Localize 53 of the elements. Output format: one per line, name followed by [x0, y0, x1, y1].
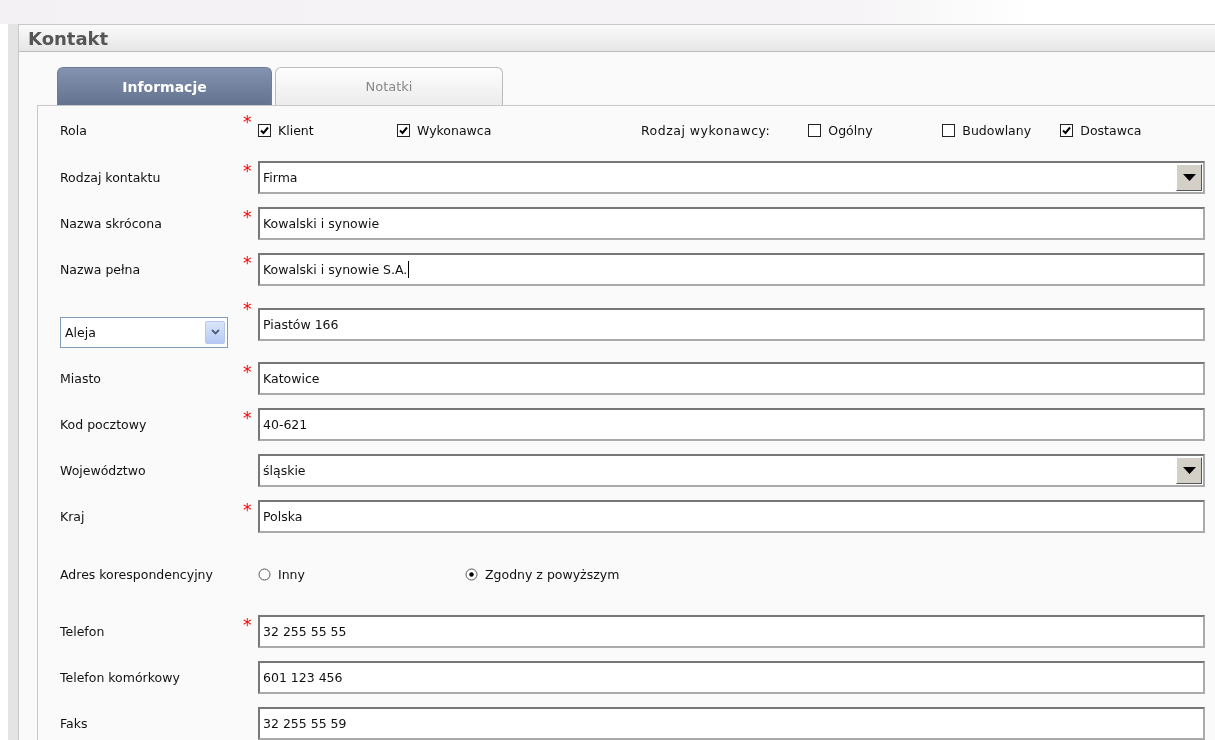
field-label: Miasto [60, 370, 102, 387]
checkbox[interactable] [258, 123, 271, 137]
field-label: Telefon [60, 623, 106, 640]
panel-title: Kontakt [28, 27, 109, 49]
dropdown[interactable]: śląskie [258, 454, 1205, 487]
required-mark: * [243, 364, 253, 381]
required-mark: * [243, 301, 253, 318]
chevron-down-icon[interactable] [210, 329, 220, 335]
required-mark: * [243, 502, 253, 519]
street-type-dropdown[interactable]: Aleja [60, 316, 228, 348]
text-field[interactable]: 40-621 [258, 408, 1205, 441]
required-mark: * [243, 114, 253, 131]
radio-label[interactable]: Inny [278, 566, 305, 582]
field-label: Kraj [60, 508, 86, 525]
checkbox[interactable] [808, 123, 822, 137]
text-field[interactable]: Kowalski i synowie S.A. [258, 253, 1205, 286]
field-label: Telefon komórkowy [60, 669, 181, 686]
field-label: Rodzaj kontaktu [60, 169, 162, 186]
field-label: Nazwa pełna [60, 261, 142, 278]
dropdown[interactable]: Firma [258, 161, 1205, 194]
checkbox-label[interactable]: Ogólny [828, 122, 873, 138]
radio-label[interactable]: Zgodny z powyższym [485, 566, 620, 582]
triangle-down-icon[interactable] [1182, 174, 1196, 181]
text-field[interactable]: Kowalski i synowie [258, 207, 1205, 240]
field-label: Faks [60, 715, 89, 732]
checkbox[interactable] [397, 123, 410, 137]
checkbox-label[interactable]: Wykonawca [417, 122, 492, 138]
field-label: Kod pocztowy [60, 416, 148, 433]
checkbox-label[interactable]: Budowlany [962, 122, 1032, 138]
required-mark: * [243, 410, 253, 427]
checkbox[interactable] [942, 123, 956, 137]
required-mark: * [243, 617, 253, 634]
checkbox-label[interactable]: Klient [278, 122, 314, 138]
group-label: Rodzaj wykonawcy: [641, 122, 771, 138]
required-mark: * [243, 209, 253, 226]
text-field[interactable]: 32 255 55 55 [258, 615, 1205, 648]
radio-button[interactable] [258, 567, 271, 581]
text-field[interactable]: Polska [258, 500, 1205, 533]
field-label: Województwo [60, 462, 147, 479]
required-mark: * [243, 255, 253, 272]
radio-button[interactable] [465, 567, 478, 581]
text-field[interactable]: Katowice [258, 362, 1205, 395]
text-field[interactable]: Piastów 166 [258, 307, 1205, 341]
field-label: Nazwa skrócona [60, 215, 163, 232]
required-mark: * [243, 163, 253, 180]
checkbox-label[interactable]: Dostawca [1080, 122, 1142, 138]
field-label: Rola [60, 121, 88, 139]
text-field[interactable]: 32 255 55 59 [258, 707, 1205, 740]
checkbox[interactable] [1060, 123, 1074, 137]
triangle-down-icon[interactable] [1182, 467, 1196, 474]
tab[interactable]: Informacje [57, 67, 272, 105]
field-label: Adres korespondencyjny [60, 565, 214, 583]
text-field[interactable]: 601 123 456 [258, 661, 1205, 694]
